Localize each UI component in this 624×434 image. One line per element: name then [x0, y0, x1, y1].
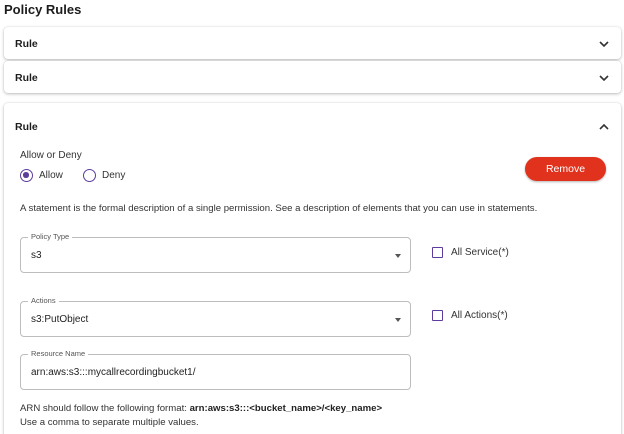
- checkbox-unchecked-icon[interactable]: [432, 247, 443, 258]
- resource-name-input[interactable]: Resource Name arn:aws:s3:::mycallrecordi…: [20, 349, 411, 390]
- caret-down-icon[interactable]: [395, 254, 401, 258]
- resource-name-value[interactable]: arn:aws:s3:::mycallrecordingbucket1/: [31, 367, 196, 378]
- arn-help-prefix: ARN should follow the following format:: [20, 403, 190, 414]
- resource-name-label: Resource Name: [28, 349, 89, 359]
- actions-label: Actions: [28, 296, 59, 306]
- policy-type-label: Policy Type: [28, 232, 73, 242]
- remove-button[interactable]: Remove: [525, 157, 606, 181]
- caret-down-icon[interactable]: [395, 318, 401, 322]
- actions-value: s3:PutObject: [31, 314, 89, 325]
- arn-format: arn:aws:s3:::<bucket_name>/<key_name>: [189, 403, 383, 414]
- radio-unchecked-icon[interactable]: [83, 169, 96, 182]
- rule-title: Rule: [15, 121, 38, 133]
- page-title: Policy Rules: [4, 2, 82, 17]
- rule-header-1[interactable]: Rule: [4, 27, 621, 59]
- comma-help-text: Use a comma to separate multiple values.: [20, 417, 199, 428]
- allow-radio-label: Allow: [39, 170, 63, 181]
- chevron-down-icon[interactable]: [599, 75, 609, 81]
- policy-type-value: s3: [31, 250, 42, 261]
- rule-card-1: Rule: [4, 27, 621, 59]
- rule-header-2[interactable]: Rule: [4, 61, 621, 93]
- rule-card-2: Rule: [4, 61, 621, 93]
- all-service-label: All Service(*): [451, 247, 509, 258]
- rule-title: Rule: [15, 72, 38, 84]
- effect-label: Allow or Deny: [20, 150, 82, 161]
- policy-type-select[interactable]: Policy Type s3: [20, 232, 411, 273]
- actions-select[interactable]: Actions s3:PutObject: [20, 296, 411, 337]
- chevron-up-icon[interactable]: [599, 124, 609, 130]
- chevron-down-icon[interactable]: [599, 41, 609, 47]
- rule-title: Rule: [15, 38, 38, 50]
- deny-radio-label: Deny: [102, 170, 126, 181]
- rule-card-3: Rule Allow or Deny Allow Deny Remove A s…: [4, 103, 621, 434]
- statement-description: A statement is the formal description of…: [20, 203, 538, 214]
- radio-checked-icon[interactable]: [20, 169, 33, 182]
- all-actions-label: All Actions(*): [451, 310, 508, 321]
- rule-header-3[interactable]: Rule: [4, 103, 621, 149]
- arn-help-text: ARN should follow the following format: …: [20, 403, 382, 414]
- checkbox-unchecked-icon[interactable]: [432, 310, 443, 321]
